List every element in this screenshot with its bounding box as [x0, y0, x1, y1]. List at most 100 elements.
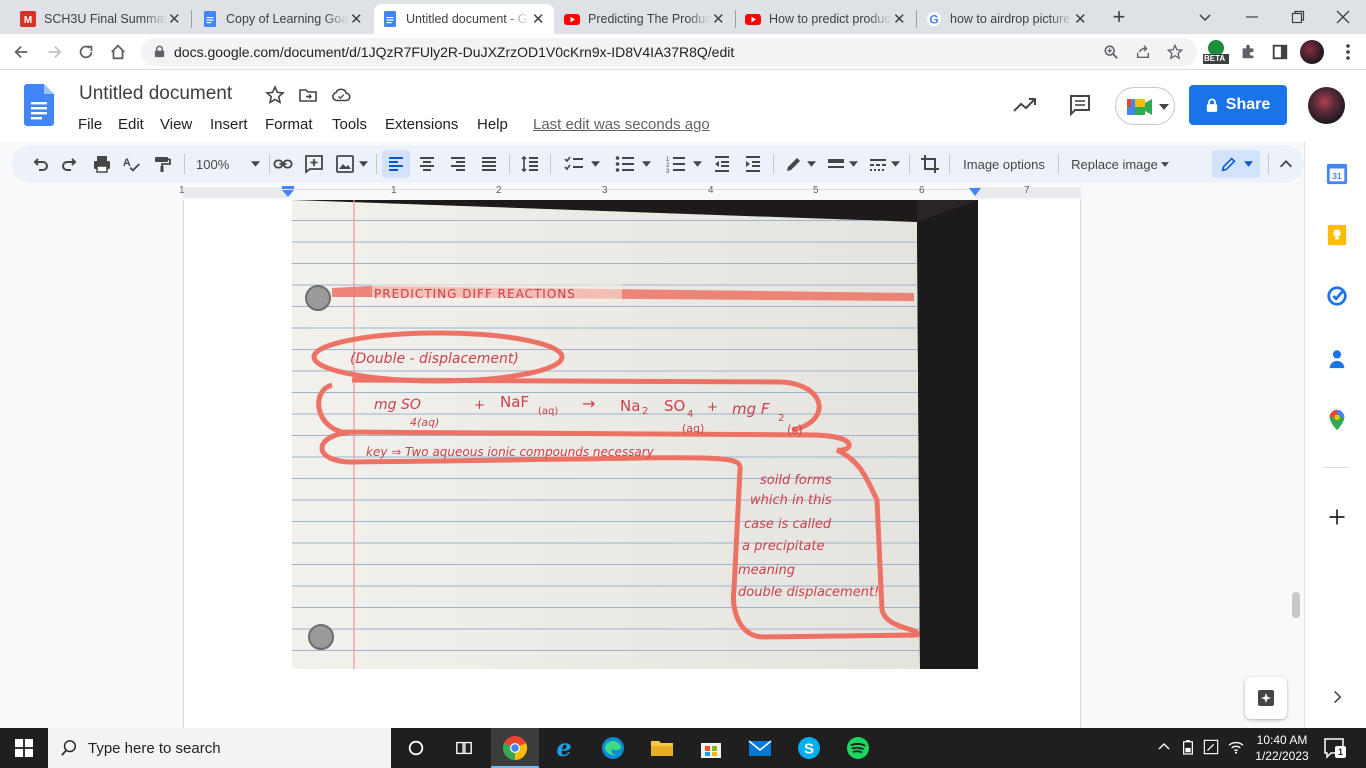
redo-button[interactable] [58, 152, 82, 176]
address-bar[interactable]: docs.google.com/document/d/1JQzR7FUly2R-… [141, 38, 1197, 66]
tab-predicting-the-products[interactable]: Predicting The Produc ✕ [556, 4, 734, 34]
checklist-button[interactable] [560, 152, 602, 176]
taskbar-store[interactable] [697, 734, 725, 762]
image-options-button[interactable]: Image options [958, 152, 1050, 176]
comment-history-icon[interactable] [1069, 94, 1091, 116]
start-button[interactable] [10, 734, 38, 762]
docs-logo-icon[interactable] [24, 84, 54, 126]
share-button[interactable]: Share [1189, 85, 1287, 125]
line-spacing-button[interactable] [518, 152, 542, 176]
border-dash-button[interactable] [866, 152, 902, 176]
reload-button[interactable] [74, 40, 98, 64]
add-comment-button[interactable] [302, 152, 326, 176]
vertical-scrollbar-thumb[interactable] [1292, 592, 1300, 618]
new-tab-button[interactable]: + [1108, 6, 1130, 28]
side-panel-button[interactable] [1268, 40, 1292, 64]
border-weight-button[interactable] [824, 152, 860, 176]
paint-format-button[interactable] [150, 152, 174, 176]
menu-insert[interactable]: Insert [210, 116, 248, 133]
battery-icon[interactable] [1181, 739, 1195, 755]
extension-beta-icon[interactable]: BETA [1203, 39, 1229, 65]
meet-button[interactable] [1115, 87, 1175, 125]
close-icon[interactable]: ✕ [167, 10, 182, 28]
tab-untitled-document[interactable]: Untitled document - G ✕ [374, 4, 554, 34]
tab-search-icon[interactable] [1196, 8, 1214, 26]
forward-button[interactable] [42, 40, 66, 64]
notifications-button[interactable]: 1 [1322, 736, 1346, 760]
bookmark-star-icon[interactable] [1167, 44, 1183, 60]
align-right-button[interactable] [446, 152, 470, 176]
zoom-select[interactable]: 100% [196, 152, 260, 176]
taskbar-chrome-active[interactable] [491, 728, 539, 768]
insert-image-button[interactable] [333, 152, 369, 176]
pen-workspace-icon[interactable] [1203, 739, 1219, 755]
taskbar-file-explorer[interactable] [648, 734, 676, 762]
taskbar-skype[interactable]: S [795, 734, 823, 762]
move-folder-icon[interactable] [298, 85, 318, 105]
cloud-saved-icon[interactable] [331, 85, 351, 105]
taskbar-spotify[interactable] [844, 734, 872, 762]
maps-app-button[interactable] [1325, 408, 1349, 432]
editing-mode-button[interactable] [1212, 150, 1260, 178]
expand-panel-button[interactable] [1325, 685, 1349, 709]
share-page-icon[interactable] [1135, 44, 1151, 60]
taskbar-ie[interactable]: e [550, 734, 578, 762]
wifi-icon[interactable] [1228, 740, 1244, 754]
restore-icon[interactable] [1289, 8, 1307, 26]
profile-avatar[interactable] [1300, 40, 1324, 64]
minimize-icon[interactable] [1243, 8, 1261, 26]
tab-how-to-airdrop[interactable]: G how to airdrop picture ✕ [918, 4, 1096, 34]
menu-tools[interactable]: Tools [332, 116, 367, 133]
calendar-app-button[interactable]: 31 [1325, 162, 1349, 186]
spellcheck-button[interactable]: A [120, 152, 144, 176]
system-clock[interactable]: 10:40 AM 1/22/2023 [1252, 732, 1312, 764]
increase-indent-button[interactable] [741, 152, 765, 176]
cortana-button[interactable] [402, 734, 430, 762]
close-window-icon[interactable] [1334, 8, 1352, 26]
menu-view[interactable]: View [160, 116, 192, 133]
menu-extensions[interactable]: Extensions [385, 116, 458, 133]
task-view-button[interactable] [450, 734, 478, 762]
right-indent-marker-icon[interactable] [969, 188, 981, 198]
menu-edit[interactable]: Edit [118, 116, 144, 133]
justify-button[interactable] [477, 152, 501, 176]
bulleted-list-button[interactable] [611, 152, 653, 176]
decrease-indent-button[interactable] [710, 152, 734, 176]
extensions-button[interactable] [1236, 40, 1260, 64]
account-avatar[interactable] [1308, 87, 1345, 124]
align-left-button[interactable] [382, 150, 410, 178]
print-button[interactable] [90, 152, 114, 176]
close-icon[interactable]: ✕ [1073, 10, 1088, 28]
home-button[interactable] [106, 40, 130, 64]
undo-button[interactable] [28, 152, 52, 176]
notebook-photo-image[interactable]: PREDICTING DIFF REACTIONS (Double - disp… [292, 200, 978, 669]
replace-image-button[interactable]: Replace image [1068, 152, 1172, 176]
close-icon[interactable]: ✕ [711, 10, 726, 28]
numbered-list-button[interactable]: 123 [662, 152, 704, 176]
left-indent-marker-icon[interactable] [282, 186, 294, 198]
close-icon[interactable]: ✕ [530, 10, 546, 28]
insert-link-button[interactable] [271, 152, 295, 176]
explore-button[interactable] [1245, 677, 1287, 719]
close-icon[interactable]: ✕ [892, 10, 907, 28]
tab-sch3u[interactable]: M SCH3U Final Summati ✕ [12, 4, 190, 34]
contacts-app-button[interactable] [1325, 347, 1349, 371]
chrome-menu-icon[interactable] [1336, 40, 1360, 64]
document-title[interactable]: Untitled document [79, 83, 232, 105]
hide-menus-button[interactable] [1274, 152, 1298, 176]
get-addons-button[interactable] [1325, 505, 1349, 529]
star-icon[interactable] [265, 85, 285, 105]
chevron-up-icon[interactable] [1158, 742, 1170, 750]
activity-trend-icon[interactable] [1012, 95, 1038, 115]
border-color-button[interactable] [782, 152, 818, 176]
last-edit-link[interactable]: Last edit was seconds ago [533, 116, 710, 133]
horizontal-ruler[interactable]: 1 1 2 3 4 5 6 7 [0, 184, 1303, 200]
tasks-app-button[interactable] [1325, 284, 1349, 308]
close-icon[interactable]: ✕ [349, 10, 364, 28]
taskbar-edge[interactable] [599, 734, 627, 762]
tab-how-to-predict-products[interactable]: How to predict produc ✕ [737, 4, 915, 34]
menu-help[interactable]: Help [477, 116, 508, 133]
back-button[interactable] [10, 40, 34, 64]
zoom-icon[interactable] [1103, 44, 1119, 60]
crop-image-button[interactable] [918, 152, 942, 176]
